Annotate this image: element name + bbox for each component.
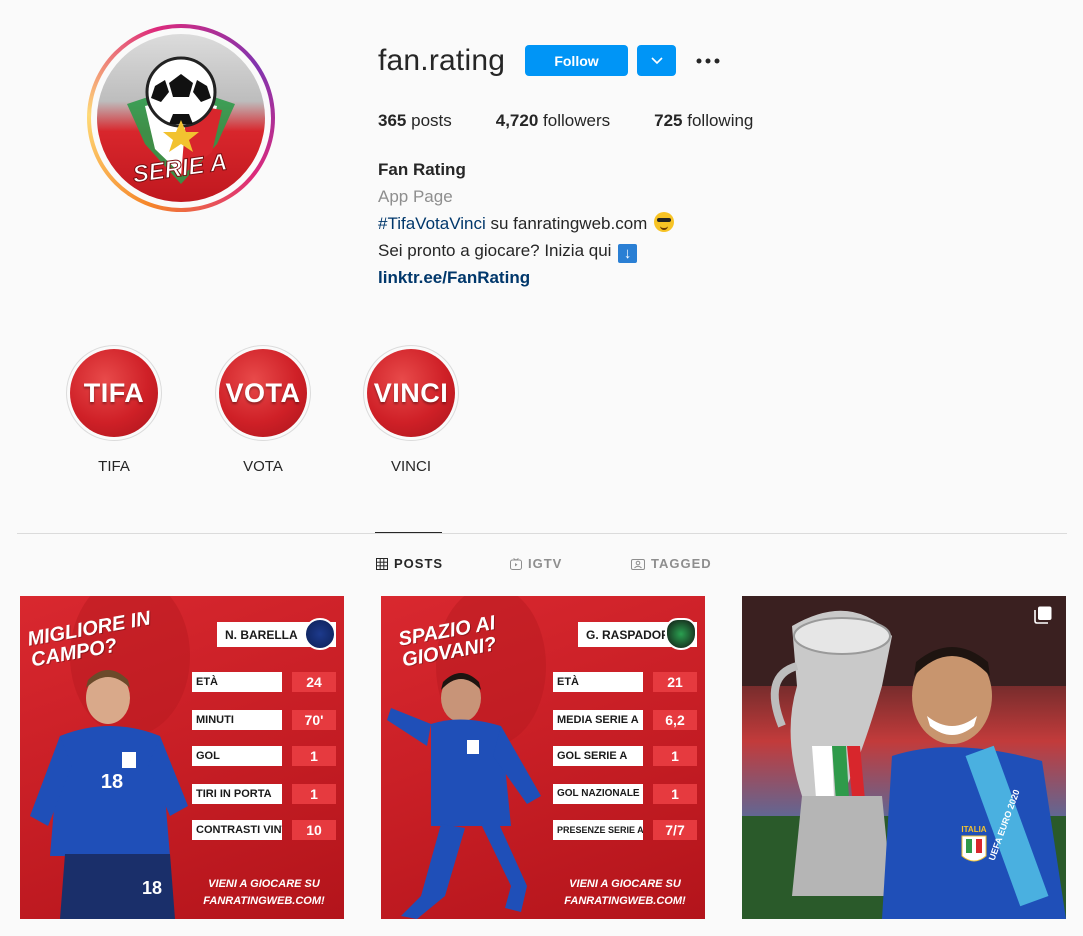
post-trophy-photo[interactable]: UEFA EURO 2020 ITALIA [742,596,1066,919]
highlight-cover: VOTA [219,349,307,437]
bio-line-1: #TifaVotaVinci su fanratingweb.com [378,210,798,237]
tabs-divider [17,533,1067,534]
club-logo-icon [304,618,336,650]
more-options-icon [696,58,720,63]
stat-row: ETÀ 21 [553,672,697,692]
down-arrow-emoji-icon: ↓ [618,244,638,263]
profile-category: App Page [378,187,453,206]
stat-row: ETÀ 24 [192,672,336,692]
stat-row: MEDIA SERIE A 6,2 [553,710,697,730]
stat-row: PRESENZE SERIE A 7/7 [553,820,697,840]
posts-count: 365 posts [378,111,452,130]
followers-count[interactable]: 4,720 followers [496,111,610,131]
stat-row: MINUTI 70' [192,710,336,730]
stat-row: GOL 1 [192,746,336,766]
bio-line-2: Sei pronto a giocare? Inizia qui ↓ [378,237,798,264]
follow-button[interactable]: Follow [525,45,628,76]
jersey-text: ITALIA [961,825,986,834]
tab-posts[interactable]: POSTS [376,556,443,571]
svg-text:18: 18 [142,878,162,898]
sunglasses-emoji-icon [654,212,675,232]
trophy-celebration-photo: UEFA EURO 2020 ITALIA [742,596,1066,919]
options-button[interactable] [690,45,726,76]
profile-name: Fan Rating [378,160,466,179]
profile-bio: Fan Rating App Page #TifaVotaVinci su fa… [378,156,798,291]
multiple-photos-icon [1034,606,1052,624]
highlight-vota[interactable]: VOTA VOTA [215,345,311,475]
jersey-number: 18 [101,771,123,793]
active-tab-indicator [375,532,442,533]
stat-row: CONTRASTI VINTI 10 [192,820,336,840]
avatar: SERIE A [97,34,265,202]
highlight-tifa[interactable]: TIFA TIFA [66,345,162,475]
highlight-cover: VINCI [367,349,455,437]
highlight-label: TIFA [98,458,130,475]
highlight-vinci[interactable]: VINCI VINCI [363,345,459,475]
highlight-label: VINCI [390,458,431,475]
igtv-icon [510,557,522,570]
tab-igtv[interactable]: IGTV [510,556,562,571]
tab-tagged[interactable]: TAGGED [631,556,712,571]
profile-avatar-ring[interactable]: SERIE A [87,24,275,212]
hashtag-link[interactable]: #TifaVotaVinci [378,214,486,233]
club-logo-icon [665,618,697,650]
grid-icon [376,557,388,570]
serie-a-logo: SERIE A [127,56,235,189]
post-cta: VIENI A GIOCARE SU FANRATINGWEB.COM! [564,878,686,907]
stat-row: GOL SERIE A1 [553,746,697,766]
following-count[interactable]: 725 following [654,111,753,131]
stat-row: TIRI IN PORTA 1 [192,784,336,804]
highlight-label: VOTA [243,458,283,475]
stat-row: GOL NAZIONALE 1 [553,784,697,804]
tagged-icon [631,558,645,570]
highlight-cover: TIFA [70,349,158,437]
suggested-accounts-button[interactable] [637,45,676,76]
chevron-down-icon [650,56,663,64]
profile-stats: 365 posts 4,720 followers 725 following [378,111,797,131]
post-barella[interactable]: 18 18 MIGLIORE IN CAMPO? N. BARELLA ETÀ 2… [20,596,344,919]
post-raspadori[interactable]: SPAZIO AI GIOVANI? G. RASPADORI ETÀ 21 ME… [381,596,705,919]
post-cta: VIENI A GIOCARE SU FANRATINGWEB.COM! [203,878,325,907]
bio-website-link[interactable]: linktr.ee/FanRating [378,264,798,291]
profile-username: fan.rating [378,44,506,77]
